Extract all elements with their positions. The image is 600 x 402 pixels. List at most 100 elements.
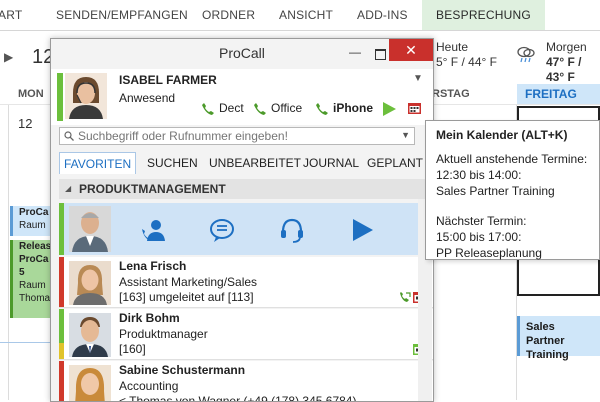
contact-name: Dirk Bohm: [119, 311, 180, 325]
contact-name: Sabine Schustermann: [119, 363, 246, 377]
search-icon: [64, 131, 74, 141]
avatar-image: [65, 73, 107, 119]
appointment-line: 5: [19, 267, 25, 278]
maximize-button[interactable]: [369, 45, 391, 63]
my-name: ISABEL FARMER: [119, 73, 217, 87]
calendar-tooltip: Mein Kalender (ALT+K) Aktuell anstehende…: [425, 120, 600, 260]
group-title: PRODUKTMANAGEMENT: [79, 182, 226, 196]
presence-away-mark: [59, 343, 64, 359]
presence-status-bar: [57, 73, 63, 121]
tab-unbearbeitet[interactable]: UNBEARBEITET: [209, 152, 301, 174]
phone-icon[interactable]: [201, 102, 215, 116]
day-header-friday: FREITAG: [517, 84, 600, 104]
tab-geplant[interactable]: GEPLANT: [367, 152, 423, 174]
ribbon-tab-start[interactable]: ART: [0, 8, 22, 22]
tooltip-current-event: Sales Partner Training: [436, 184, 555, 198]
procall-titlebar[interactable]: ProCall — ✕: [51, 39, 433, 67]
tooltip-next-event: PP Releaseplanung: [436, 246, 542, 260]
ribbon-tab-send-receive[interactable]: SENDEN/EMPFANGEN: [56, 8, 188, 22]
window-title: ProCall: [219, 45, 265, 61]
tooltip-next-time: 15:00 bis 17:00:: [436, 230, 522, 244]
collapse-triangle-icon[interactable]: ◢: [65, 179, 71, 199]
device-dect[interactable]: Dect: [219, 101, 244, 115]
grid-line: [0, 342, 50, 343]
tooltip-spacer: [436, 199, 589, 213]
device-office[interactable]: Office: [271, 101, 302, 115]
procall-tabs: FAVORITEN SUCHEN UNBEARBEITET JOURNAL GE…: [59, 152, 433, 174]
weather-today-temp: 5° F / 44° F: [436, 55, 497, 69]
contact-info: [160]: [119, 342, 146, 356]
avatar[interactable]: [65, 73, 107, 119]
headset-icon[interactable]: [279, 217, 305, 243]
contact-title: Assistant Marketing/Sales: [119, 275, 258, 289]
contact-photo: [69, 365, 111, 401]
appointment-release[interactable]: Releas ProCa 5 Raum Thoma: [10, 240, 50, 318]
status-dropdown-icon[interactable]: ▼: [413, 73, 423, 84]
day-header-monday: MON: [18, 88, 44, 100]
appointment-line: ProCa: [19, 254, 49, 265]
list-item[interactable]: Dirk Bohm Produktmanager [160]: [59, 309, 433, 360]
contact-photo: [69, 206, 111, 252]
rain-cloud-icon: [517, 46, 535, 63]
contact-info: < Thomas von Wagner (+49 (178) 345 6784): [119, 394, 357, 402]
play-icon[interactable]: [349, 217, 375, 243]
contact-info: [163] umgeleitet auf [113]: [119, 290, 254, 304]
contact-photo: [69, 313, 111, 357]
chat-icon[interactable]: [209, 217, 235, 243]
presence-status-bar: [59, 257, 64, 307]
phone-icon[interactable]: [315, 102, 329, 116]
appointment-line: ProCa: [19, 207, 49, 218]
tooltip-title: Mein Kalender (ALT+K): [436, 128, 568, 142]
weather-tomorrow-label: Morgen: [546, 40, 587, 54]
tab-journal[interactable]: JOURNAL: [303, 152, 359, 174]
day-header-thursday: RSTAG: [432, 88, 470, 100]
play-icon[interactable]: [381, 101, 397, 117]
appointment-procall[interactable]: ProCa Raum: [10, 206, 50, 236]
contact-title: Produktmanager: [119, 327, 208, 341]
device-iphone[interactable]: iPhone: [333, 101, 373, 115]
tooltip-current-time: 12:30 bis 14:00:: [436, 168, 522, 182]
ribbon-tab-view[interactable]: ANSICHT: [279, 8, 333, 22]
hovered-contact-actions[interactable]: ▶: [59, 203, 433, 255]
close-button[interactable]: ✕: [389, 39, 433, 61]
outlook-ribbon: ART SENDEN/EMPFANGEN ORDNER ANSICHT ADD-…: [0, 0, 600, 31]
weather-tomorrow: Morgen 47° F / 43° F: [546, 40, 600, 85]
list-item[interactable]: Lena Frisch Assistant Marketing/Sales [1…: [59, 257, 433, 308]
list-item[interactable]: Sabine Schustermann Accounting < Thomas …: [59, 361, 433, 402]
tab-favoriten[interactable]: FAVORITEN: [59, 152, 137, 174]
phone-icon[interactable]: [253, 102, 267, 116]
group-header[interactable]: ◢ PRODUKTMANAGEMENT: [59, 179, 433, 199]
weather-today-label: Heute: [436, 40, 469, 54]
contact-photo: [69, 261, 111, 305]
search-dropdown-icon[interactable]: ▼: [401, 130, 410, 140]
grid-line: [8, 104, 9, 400]
day-number: 12: [18, 116, 33, 131]
ribbon-tab-addins[interactable]: ADD-INS: [357, 8, 408, 22]
my-presence-panel: ISABEL FARMER Anwesend ▼ Dect Office iPh…: [51, 69, 433, 125]
procall-window: ProCall — ✕ ISABEL FARMER Anwesend ▼ Dec…: [50, 38, 434, 402]
contact-call-icon[interactable]: [141, 217, 167, 243]
contact-name: Lena Frisch: [119, 259, 187, 273]
ribbon-tab-meeting[interactable]: BESPRECHUNG: [422, 0, 545, 30]
presence-status-bar: [59, 361, 64, 401]
forward-call-icon: [400, 292, 411, 302]
appointment-line: Thoma: [19, 293, 50, 304]
weather-today: Heute 5° F / 44° F: [436, 40, 497, 70]
calendar-next-arrow[interactable]: ▶: [4, 50, 13, 64]
minimize-button[interactable]: —: [343, 45, 367, 63]
ribbon-tab-folder[interactable]: ORDNER: [202, 8, 255, 22]
appointment-sales-partner[interactable]: Sales Partner Training: [517, 316, 600, 361]
my-status[interactable]: Anwesend: [119, 91, 175, 105]
search-input[interactable]: [78, 128, 388, 144]
appointment-line: Raum: [19, 280, 46, 291]
contact-title: Accounting: [119, 379, 179, 393]
tooltip-current-label: Aktuell anstehende Termine:: [436, 152, 588, 166]
search-box: ▼: [59, 127, 415, 145]
calendar-icon[interactable]: [408, 102, 421, 114]
tab-suchen[interactable]: SUCHEN: [147, 152, 198, 174]
appointment-line: Raum: [19, 220, 46, 231]
appointment-line: Releas: [19, 241, 50, 252]
weather-tomorrow-temp: 47° F / 43° F: [546, 55, 582, 84]
maximize-icon: [375, 49, 386, 60]
presence-status-bar: [59, 203, 64, 255]
